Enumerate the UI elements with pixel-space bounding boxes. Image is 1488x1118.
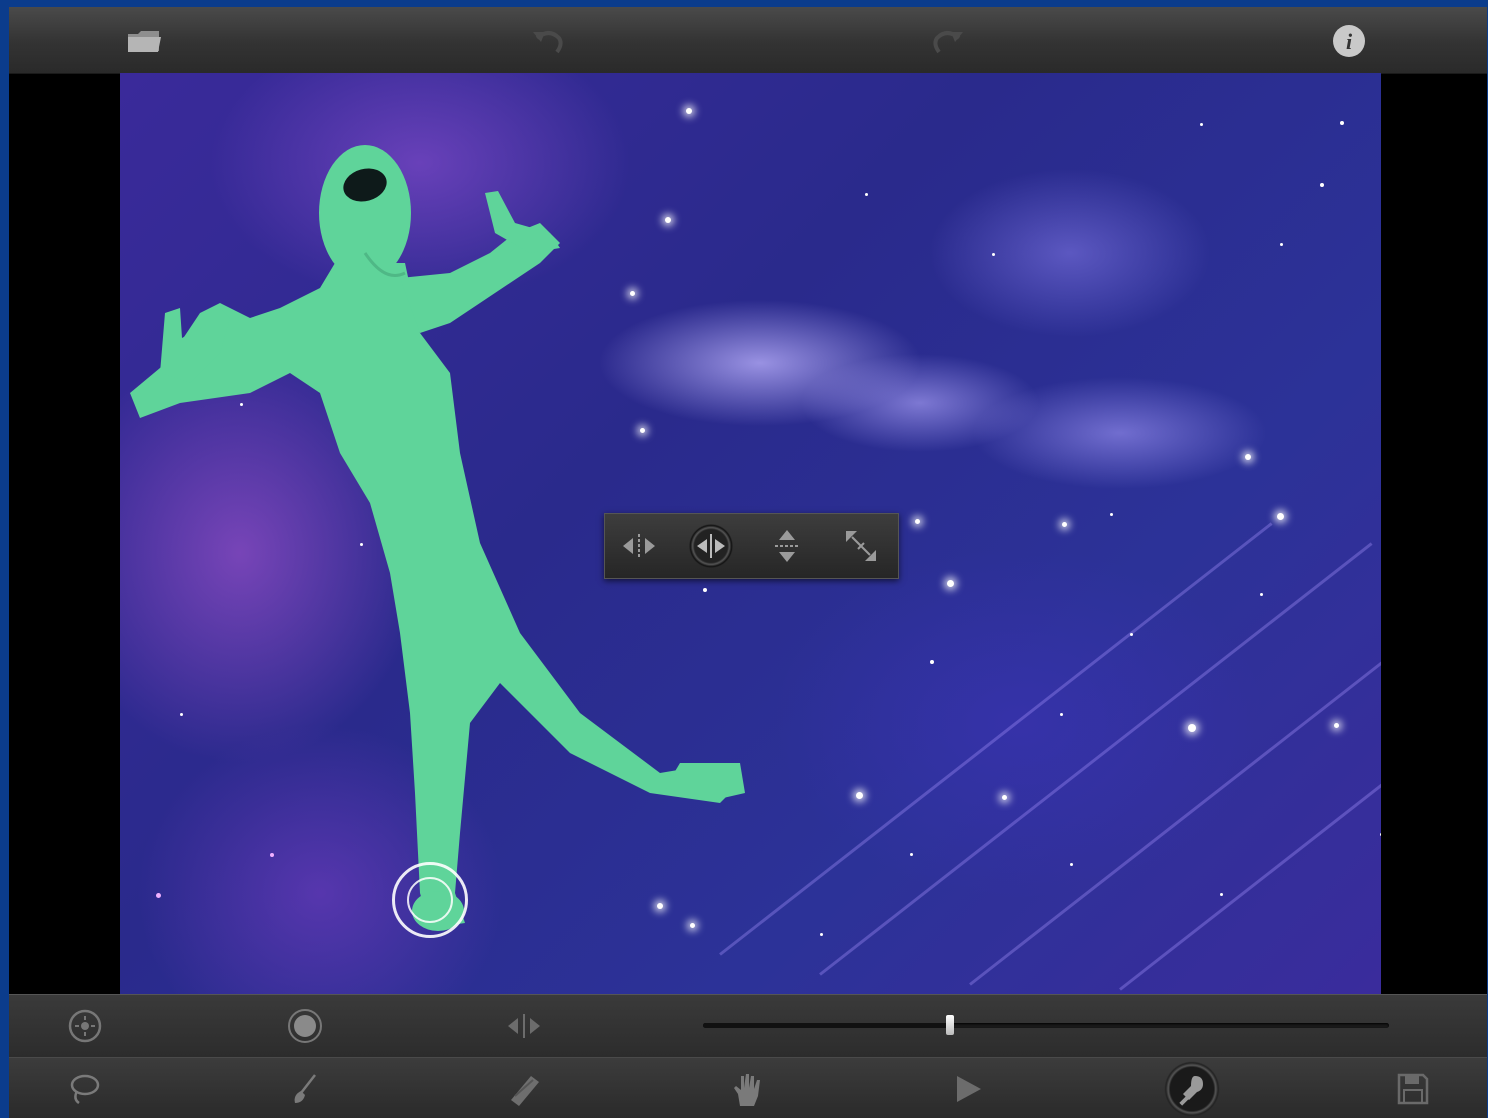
app-window: i [9, 7, 1487, 1118]
move-horizontal-icon[interactable] [613, 520, 665, 572]
main-toolbar [9, 1057, 1487, 1118]
target-icon[interactable] [59, 1000, 111, 1052]
touch-cursor-ring [392, 862, 468, 938]
mirror-icon[interactable] [498, 1000, 550, 1052]
hand-icon[interactable] [722, 1063, 774, 1115]
editing-canvas[interactable] [120, 73, 1381, 994]
play-icon[interactable] [942, 1063, 994, 1115]
undo-icon[interactable] [526, 19, 570, 63]
top-toolbar: i [9, 7, 1487, 74]
redo-icon[interactable] [926, 19, 970, 63]
folder-icon[interactable] [122, 19, 166, 63]
slider-thumb[interactable] [945, 1015, 954, 1035]
svg-text:i: i [1346, 29, 1353, 54]
transform-popup [604, 513, 899, 579]
slider-fill [703, 1023, 950, 1028]
brush-size-icon[interactable] [279, 1000, 331, 1052]
move-vertical-icon[interactable] [761, 520, 813, 572]
flip-horizontal-icon[interactable] [685, 520, 737, 572]
save-icon[interactable] [1387, 1063, 1439, 1115]
scale-icon[interactable] [835, 520, 887, 572]
eraser-icon[interactable] [498, 1063, 550, 1115]
lasso-icon[interactable] [59, 1063, 111, 1115]
paint-brush-icon[interactable] [279, 1063, 331, 1115]
info-icon[interactable]: i [1327, 19, 1371, 63]
stamp-icon[interactable] [1164, 1061, 1220, 1117]
adjust-slider[interactable] [703, 1015, 1389, 1035]
